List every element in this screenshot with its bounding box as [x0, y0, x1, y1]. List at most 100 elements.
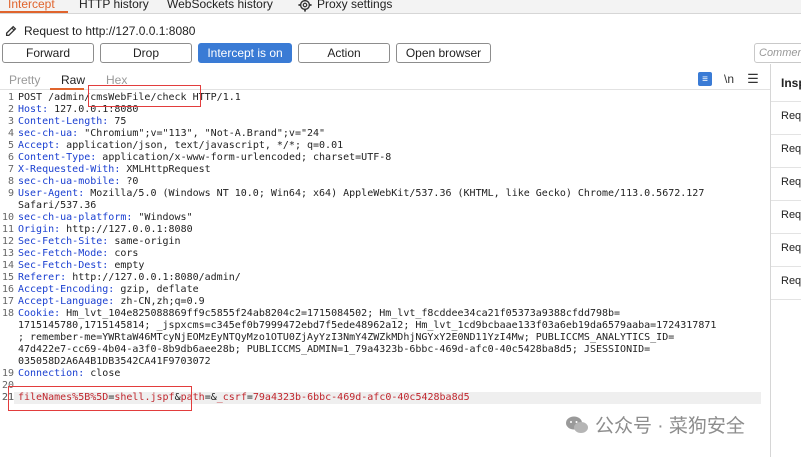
request-line[interactable]: Origin: http://127.0.0.1:8080 [18, 224, 193, 236]
header-name: Cookie: [18, 308, 61, 319]
inspector-row[interactable]: Req [781, 242, 801, 254]
divider [771, 134, 801, 135]
header-value: ?0 [120, 176, 139, 187]
header-value: Mozilla/5.0 (Windows NT 10.0; Win64; x64… [84, 188, 705, 199]
line-number: 11 [1, 224, 14, 235]
gear-icon[interactable] [298, 0, 312, 12]
line-number: 1 [7, 92, 14, 103]
header-value: Safari/537.36 [18, 200, 97, 211]
inspector-panel: Insp Req Req Req Req Req Req [771, 64, 801, 457]
line-number: 8 [7, 176, 14, 187]
tab-http-history[interactable]: HTTP history [79, 0, 149, 11]
request-line[interactable]: Safari/537.36 [18, 200, 96, 212]
line-number: 15 [1, 272, 14, 283]
param-value: 79a4323b-6bbc-469d-afc0-40c5428ba8d5 [252, 392, 470, 403]
watermark-text: 公众号 · 菜狗安全 [595, 416, 745, 437]
request-line[interactable]: Accept: application/json, text/javascrip… [18, 140, 343, 152]
request-line[interactable]: 035058D2A6A4B1DB3542CA41F9703072 [18, 356, 211, 368]
request-line[interactable]: 47d422e7-cc69-4b04-a3f0-8b9db6aee28b; PU… [18, 344, 650, 356]
tab-raw[interactable]: Raw [61, 73, 85, 87]
comment-input[interactable]: Commen [754, 43, 801, 63]
request-line[interactable]: Sec-Fetch-Site: same-origin [18, 236, 181, 248]
request-line[interactable]: Content-Type: application/x-www-form-url… [18, 152, 391, 164]
divider [771, 266, 801, 267]
request-line[interactable]: Sec-Fetch-Mode: cors [18, 248, 138, 260]
header-value: 47d422e7-cc69-4b04-a3f0-8b9db6aee28b; PU… [18, 344, 651, 355]
request-line[interactable]: sec-ch-ua-platform: "Windows" [18, 212, 193, 224]
inspector-row[interactable]: Req [781, 176, 801, 188]
header-value: empty [108, 260, 145, 271]
action-button[interactable]: Action [298, 43, 390, 63]
active-tab-indicator [0, 11, 68, 13]
line-number: 18 [1, 308, 14, 319]
line-number: 5 [7, 140, 14, 151]
header-value: Hm_lvt_104e825088869ff9c5855f24ab8204c2=… [60, 308, 621, 319]
header-value: http://127.0.0.1:8080/admin/ [66, 272, 241, 283]
wrap-icon[interactable]: ≡ [698, 72, 712, 86]
header-value: cors [108, 248, 139, 259]
newline-icon[interactable]: \n [722, 71, 736, 87]
request-line[interactable]: Connection: close [18, 368, 120, 380]
header-name: Accept: [18, 140, 61, 151]
menu-icon[interactable]: ☰ [746, 71, 760, 87]
header-value: http://127.0.0.1:8080 [60, 224, 193, 235]
request-line[interactable]: Referer: http://127.0.0.1:8080/admin/ [18, 272, 241, 284]
request-line[interactable]: Cookie: Hm_lvt_104e825088869ff9c5855f24a… [18, 308, 620, 320]
divider [771, 200, 801, 201]
wechat-icon [566, 416, 588, 433]
divider [771, 167, 801, 168]
line-number: 14 [1, 260, 14, 271]
header-name: sec-ch-ua-mobile: [18, 176, 121, 187]
header-name: Content-Type: [18, 152, 97, 163]
request-line[interactable]: Accept-Encoding: gzip, deflate [18, 284, 199, 296]
header-value: XMLHttpRequest [120, 164, 211, 175]
request-target-label: Request to http://127.0.0.1:8080 [24, 24, 196, 38]
request-line[interactable]: ; remember-me=YWRtaW46MTcyNjEOMzEyNTQyMz… [18, 332, 674, 344]
tab-intercept[interactable]: Intercept [8, 0, 55, 11]
line-number: 4 [7, 128, 14, 139]
request-line[interactable]: Accept-Language: zh-CN,zh;q=0.9 [18, 296, 205, 308]
inspector-row[interactable]: Req [781, 209, 801, 221]
request-line[interactable]: Content-Length: 75 [18, 116, 126, 128]
header-value: "Chromium";v="113", "Not-A.Brand";v="24" [78, 128, 326, 139]
line-number: 2 [7, 104, 14, 115]
header-name: sec-ch-ua: [18, 128, 79, 139]
request-line[interactable]: Sec-Fetch-Dest: empty [18, 260, 144, 272]
request-line[interactable]: sec-ch-ua: "Chromium";v="113", "Not-A.Br… [18, 128, 325, 140]
header-name: Sec-Fetch-Site: [18, 236, 109, 247]
line-number: 3 [7, 116, 14, 127]
header-name: sec-ch-ua-platform: [18, 212, 133, 223]
header-value: "Windows" [132, 212, 193, 223]
line-number: 19 [1, 368, 14, 379]
inspector-row[interactable]: Req [781, 110, 801, 122]
header-name: User-Agent: [18, 188, 85, 199]
header-name: X-Requested-With: [18, 164, 121, 175]
inspector-title: Insp [781, 76, 801, 90]
line-number: 17 [1, 296, 14, 307]
line-number: 12 [1, 236, 14, 247]
inspector-row[interactable]: Req [781, 275, 801, 287]
header-value: ; remember-me=YWRtaW46MTcyNjEOMzEyNTQyMz… [18, 332, 675, 343]
header-value: application/x-www-form-urlencoded; chars… [96, 152, 392, 163]
open-browser-button[interactable]: Open browser [396, 43, 491, 63]
inspector-row[interactable]: Req [781, 143, 801, 155]
header-name: Accept-Language: [18, 296, 115, 307]
tab-proxy-settings[interactable]: Proxy settings [317, 0, 392, 11]
header-value: 035058D2A6A4B1DB3542CA41F9703072 [18, 356, 211, 367]
header-value: 75 [108, 116, 127, 127]
header-name: Host: [18, 104, 49, 115]
tab-pretty[interactable]: Pretty [9, 73, 40, 87]
request-line[interactable]: 1715145780,1715145814; _jspxcms=c345ef0b… [18, 320, 716, 332]
request-target: Request to http://127.0.0.1:8080 [4, 23, 195, 39]
intercept-toggle-button[interactable]: Intercept is on [198, 43, 292, 63]
editor-active-tab-indicator [50, 88, 84, 90]
request-line[interactable]: User-Agent: Mozilla/5.0 (Windows NT 10.0… [18, 188, 704, 200]
request-line[interactable]: sec-ch-ua-mobile: ?0 [18, 176, 138, 188]
header-name: Connection: [18, 368, 85, 379]
tab-websockets-history[interactable]: WebSockets history [167, 0, 273, 11]
request-line[interactable]: X-Requested-With: XMLHttpRequest [18, 164, 211, 176]
drop-button[interactable]: Drop [100, 43, 192, 63]
forward-button[interactable]: Forward [2, 43, 94, 63]
line-number: 7 [7, 164, 14, 175]
header-name: Sec-Fetch-Mode: [18, 248, 109, 259]
